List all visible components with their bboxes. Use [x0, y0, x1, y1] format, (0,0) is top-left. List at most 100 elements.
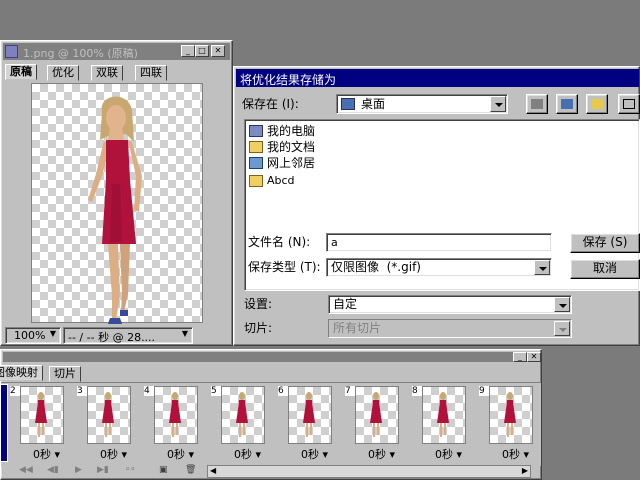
previous-frame-icon[interactable]: ◀▮	[47, 465, 59, 475]
document-titlebar[interactable]: 1.png @ 100% (原稿) _ □ ✕	[3, 43, 230, 60]
frames-panel-titlebar[interactable]: _ ✕	[3, 352, 541, 362]
save-in-label: 保存在 (I):	[242, 97, 299, 111]
frame-delay[interactable]: 0秒 ▾	[209, 446, 273, 462]
frame-number: 3	[77, 386, 87, 396]
dialog-titlebar[interactable]: 将优化结果存储为	[236, 69, 639, 87]
scroll-right-icon[interactable]: ▶	[522, 466, 528, 475]
settings-label: 设置:	[244, 297, 273, 311]
view-menu-button[interactable]	[618, 94, 640, 114]
save-in-combo[interactable]: 桌面	[336, 94, 508, 114]
close-button[interactable]: ✕	[211, 45, 225, 57]
status-text: -- / -- 秒 @ 28....	[68, 331, 156, 344]
frame-delay[interactable]: 0秒 ▾	[477, 446, 541, 462]
animation-frame[interactable]: 3 0秒 ▾	[75, 386, 139, 462]
file-name: 网上邻居	[267, 156, 316, 170]
panel-close-button[interactable]: ✕	[527, 352, 541, 362]
desktop-background	[542, 346, 640, 480]
tab-2-up[interactable]: 双联	[91, 65, 123, 81]
next-frame-icon[interactable]: ▶▮	[97, 465, 109, 475]
duplicate-frame-icon[interactable]: ▣	[159, 465, 168, 475]
animation-frame[interactable]: 7 0秒 ▾	[343, 386, 407, 462]
settings-dropdown-button[interactable]	[554, 297, 570, 312]
tab-optimized[interactable]: 优化	[47, 65, 79, 81]
filename-input[interactable]: a	[326, 233, 552, 252]
frame-delay[interactable]: 0秒 ▾	[276, 446, 340, 462]
settings-value: 自定	[333, 297, 358, 311]
frame-delay[interactable]: 0秒 ▾	[343, 446, 407, 462]
settings-combo[interactable]: 自定	[328, 295, 572, 314]
desktop-shortcut-button[interactable]	[556, 94, 578, 114]
frame-number: 8	[412, 386, 422, 396]
frame-number: 6	[278, 386, 288, 396]
animation-frame[interactable]: 9 0秒 ▾	[477, 386, 541, 462]
folder-icon	[249, 175, 263, 187]
filename-label: 文件名 (N):	[248, 235, 311, 249]
zoom-dropdown-icon: ▼	[49, 329, 56, 338]
tab-4-up[interactable]: 四联	[135, 65, 167, 81]
frame-controls: ◀◀ ◀▮ ▶ ▶▮ ◦◦ ▣ 🗑 ◀ ▶	[1, 465, 541, 479]
filetype-dropdown-button[interactable]	[534, 260, 550, 275]
animation-frame[interactable]: 4 0秒 ▾	[142, 386, 206, 462]
first-frame-icon[interactable]: ◀◀	[19, 465, 33, 475]
vertical-scrollbar[interactable]	[205, 83, 221, 323]
frame-figure-image	[102, 392, 114, 437]
panel-minimize-button[interactable]: _	[513, 352, 527, 362]
animation-frame[interactable]: 2 0秒 ▾	[8, 386, 72, 462]
slice-dropdown-button[interactable]	[554, 321, 570, 336]
animation-frame[interactable]: 8 0秒 ▾	[410, 386, 474, 462]
frame-thumbnail[interactable]	[288, 386, 332, 444]
tab-image-map[interactable]: 图像映射	[0, 365, 43, 381]
save-button[interactable]: 保存 (S)	[570, 233, 640, 253]
cancel-button[interactable]: 取消	[570, 259, 640, 279]
new-folder-button[interactable]	[586, 94, 608, 114]
zoom-select[interactable]: 100% ▼	[5, 327, 61, 344]
documents-folder-icon	[249, 141, 263, 153]
filename-value: a	[331, 236, 338, 249]
tween-icon[interactable]: ◦◦	[125, 465, 136, 475]
scroll-left-icon[interactable]: ◀	[210, 466, 216, 475]
new-folder-icon	[591, 99, 603, 109]
status-readout[interactable]: -- / -- 秒 @ 28.... ▼	[63, 327, 193, 344]
document-title: 1.png @ 100% (原稿)	[23, 47, 138, 60]
frame-delay[interactable]: 0秒 ▾	[75, 446, 139, 462]
frame-delay[interactable]: 0秒 ▾	[142, 446, 206, 462]
frame-thumbnail[interactable]	[154, 386, 198, 444]
frame-figure-image	[236, 392, 248, 437]
frame-1-selected[interactable]	[0, 384, 8, 462]
frames-horizontal-scrollbar[interactable]: ◀ ▶	[207, 465, 531, 478]
frame-thumbnail[interactable]	[221, 386, 265, 444]
play-icon[interactable]: ▶	[75, 465, 82, 475]
filetype-combo[interactable]: 仅限图像 (*.gif)	[326, 258, 552, 277]
frame-number: 7	[345, 386, 355, 396]
frame-thumbnail[interactable]	[489, 386, 533, 444]
up-one-level-button[interactable]	[526, 94, 548, 114]
frame-number: 2	[10, 386, 20, 396]
minimize-button[interactable]: _	[181, 45, 195, 57]
frame-figure-image	[370, 392, 382, 437]
document-app-icon	[5, 45, 18, 58]
delete-frame-icon[interactable]: 🗑	[185, 465, 196, 475]
frame-delay[interactable]: 0秒 ▾	[8, 446, 72, 462]
save-in-dropdown-button[interactable]	[490, 96, 506, 112]
model-figure-image	[88, 96, 142, 324]
tab-slices[interactable]: 切片	[49, 366, 81, 382]
desktop-icon	[341, 98, 355, 110]
frame-thumbnail[interactable]	[355, 386, 399, 444]
animation-frame[interactable]: 5 0秒 ▾	[209, 386, 273, 462]
image-canvas[interactable]	[31, 83, 203, 324]
frame-figure-image	[35, 392, 47, 437]
tab-original[interactable]: 原稿	[5, 64, 37, 80]
frame-number: 5	[211, 386, 221, 396]
frame-figure-image	[504, 392, 516, 437]
frame-delay[interactable]: 0秒 ▾	[410, 446, 474, 462]
maximize-button[interactable]: □	[195, 45, 209, 57]
frame-thumbnail[interactable]	[87, 386, 131, 444]
slice-combo[interactable]: 所有切片	[328, 319, 572, 338]
frame-number: 9	[479, 386, 489, 396]
dialog-title: 将优化结果存储为	[240, 73, 337, 87]
frame-figure-image	[437, 392, 449, 437]
frame-thumbnail[interactable]	[422, 386, 466, 444]
frame-figure-image	[169, 392, 181, 437]
animation-frame[interactable]: 6 0秒 ▾	[276, 386, 340, 462]
frame-thumbnail[interactable]	[20, 386, 64, 444]
